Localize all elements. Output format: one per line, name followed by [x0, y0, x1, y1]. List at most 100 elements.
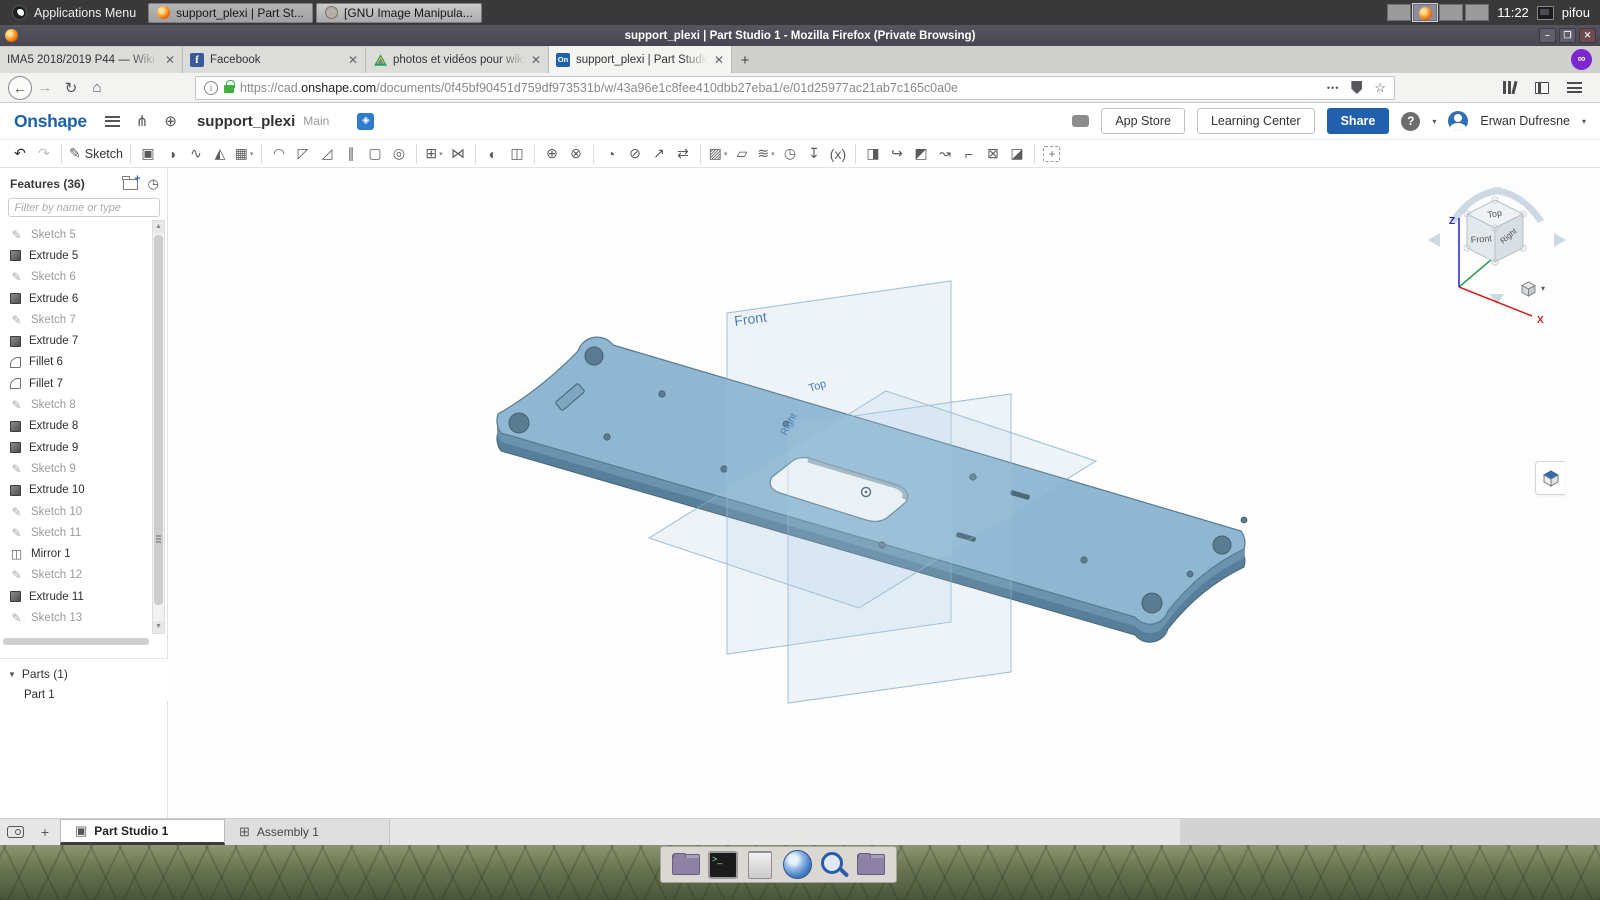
feature-item[interactable]: Extrude 10 [0, 480, 152, 501]
linear-pattern-icon[interactable]: ⊞ [422, 143, 446, 165]
url-text[interactable]: https://cad.onshape.com/documents/0f45bf… [240, 81, 1321, 95]
url-bar[interactable]: i https://cad.onshape.com/documents/0f45… [195, 76, 1395, 100]
document-name[interactable]: support_plexi [197, 113, 295, 130]
feature-item[interactable]: Sketch 13 [0, 607, 152, 628]
plane-icon[interactable]: ▱ [730, 143, 754, 165]
import-icon[interactable]: ↧ [802, 143, 826, 165]
sidebar-icon[interactable] [1535, 82, 1549, 94]
fill-surface-icon[interactable]: ▨ [706, 143, 730, 165]
mirror-icon[interactable]: ⋈ [446, 143, 470, 165]
workspace-3[interactable] [1439, 4, 1463, 21]
maximize-button[interactable]: ❐ [1559, 28, 1576, 43]
feature-item[interactable]: Extrude 6 [0, 288, 152, 309]
part-item[interactable]: Part 1 [8, 681, 168, 701]
tab-close-icon[interactable]: ✕ [714, 53, 724, 67]
taskbar-window-firefox[interactable]: support_plexi | Part St... [148, 3, 313, 23]
feature-item[interactable]: Fillet 6 [0, 352, 152, 373]
minimize-button[interactable]: – [1539, 28, 1556, 43]
workspace-pager[interactable] [1387, 4, 1489, 21]
feature-item[interactable]: Extrude 9 [0, 437, 152, 458]
revolve-icon[interactable]: ◑ [160, 143, 184, 165]
app-store-button[interactable]: App Store [1101, 108, 1185, 134]
redo-icon[interactable]: ↷ [32, 143, 56, 165]
feature-item[interactable]: Sketch 8 [0, 394, 152, 415]
mirror-part-icon[interactable]: ◨ [861, 143, 885, 165]
file-cabinet-icon[interactable] [745, 850, 775, 880]
browser-tab-onshape[interactable]: On support_plexi | Part Studio ✕ [549, 46, 732, 73]
parts-header[interactable]: ▼ Parts (1) [8, 667, 168, 681]
system-monitor-icon[interactable] [1537, 6, 1554, 20]
library-icon[interactable] [1503, 81, 1517, 94]
move-face-icon[interactable]: ↗ [647, 143, 671, 165]
workspace-4[interactable] [1465, 4, 1489, 21]
documents-folder-icon[interactable] [856, 850, 886, 880]
workspace-name[interactable]: Main [303, 114, 329, 128]
project-curve-icon[interactable]: ◩ [909, 143, 933, 165]
tab-part-studio-1[interactable]: ▣ Part Studio 1 [60, 819, 225, 845]
create-version-icon[interactable]: ⊕ [164, 112, 177, 130]
extrude-icon[interactable]: ▣ [136, 143, 160, 165]
measure-icon[interactable]: ◷ [778, 143, 802, 165]
home-button[interactable]: ⌂ [84, 79, 110, 96]
close-button[interactable]: ✕ [1579, 28, 1596, 43]
panel-flyout-button[interactable] [1535, 461, 1565, 495]
feature-item[interactable]: Extrude 11 [0, 586, 152, 607]
feature-item[interactable]: Sketch 6 [0, 267, 152, 288]
page-info-icon[interactable]: i [204, 81, 218, 95]
file-manager-icon[interactable] [671, 850, 701, 880]
new-tab-button[interactable]: + [732, 49, 758, 73]
bridging-curve-icon[interactable]: ↝ [933, 143, 957, 165]
help-caret-icon[interactable]: ▾ [1432, 117, 1436, 126]
shell-icon[interactable]: ▢ [363, 143, 387, 165]
pocket-shield-icon[interactable] [1351, 81, 1362, 94]
avatar[interactable] [1448, 111, 1468, 131]
help-button[interactable]: ? [1401, 112, 1420, 131]
onshape-logo[interactable]: Onshape [14, 111, 87, 132]
manage-tabs-icon[interactable] [0, 819, 30, 845]
bookmark-star-icon[interactable]: ☆ [1374, 80, 1386, 96]
sweep-icon[interactable]: ∿ [184, 143, 208, 165]
tab-close-icon[interactable]: ✕ [531, 53, 541, 67]
composite-curve-icon[interactable]: ⊠ [981, 143, 1005, 165]
feature-item[interactable]: Extrude 8 [0, 416, 152, 437]
feature-list-hscrollbar[interactable] [3, 638, 149, 645]
rib-icon[interactable]: ∥ [339, 143, 363, 165]
onshape-menu-icon[interactable] [105, 116, 120, 127]
feature-item[interactable]: Extrude 7 [0, 330, 152, 351]
menu-icon[interactable] [1567, 82, 1582, 93]
feature-item[interactable]: Sketch 5 [0, 224, 152, 245]
view-cube[interactable]: Y Top Front Right Z X [1420, 178, 1590, 328]
variable-icon[interactable]: (x) [826, 143, 850, 165]
tab-close-icon[interactable]: ✕ [165, 53, 175, 67]
scroll-down-icon[interactable]: ▼ [153, 621, 164, 633]
chamfer-icon[interactable]: ◸ [291, 143, 315, 165]
custom-feature-icon[interactable]: + [1040, 143, 1064, 165]
workspace-1[interactable] [1387, 4, 1411, 21]
fillet-icon[interactable]: ◠ [267, 143, 291, 165]
feature-item[interactable]: Mirror 1 [0, 543, 152, 564]
share-button[interactable]: Share [1327, 108, 1390, 134]
helix-icon[interactable]: ≋ [754, 143, 778, 165]
extend-surface-icon[interactable]: ◪ [1005, 143, 1029, 165]
scroll-up-icon[interactable]: ▲ [153, 221, 164, 233]
curve-icon[interactable]: ↪ [885, 143, 909, 165]
scrollbar-thumb[interactable] [154, 235, 163, 605]
feature-filter-input[interactable] [8, 198, 160, 217]
browser-tab-wiki[interactable]: IMA5 2018/2019 P44 — Wiki d ✕ [0, 47, 183, 73]
draft-icon[interactable]: ◿ [315, 143, 339, 165]
sketch-button[interactable]: ✎ Sketch [67, 143, 125, 165]
boolean-icon[interactable]: ◐ [481, 143, 505, 165]
delete-face-icon[interactable]: ⊘ [623, 143, 647, 165]
view-options-button[interactable]: ▾ [1520, 280, 1545, 297]
versions-icon[interactable]: ⋔ [136, 112, 149, 130]
feature-item[interactable]: Sketch 7 [0, 309, 152, 330]
applications-menu-button[interactable]: Applications Menu [0, 0, 148, 25]
delete-part-icon[interactable]: ⊗ [564, 143, 588, 165]
split-icon[interactable]: ◫ [505, 143, 529, 165]
feature-item[interactable]: Sketch 11 [0, 522, 152, 543]
feature-item[interactable]: Sketch 9 [0, 458, 152, 479]
trim-curve-icon[interactable]: ⌐ [957, 143, 981, 165]
user-caret-icon[interactable]: ▾ [1582, 117, 1586, 126]
browser-tab-facebook[interactable]: f Facebook ✕ [183, 47, 366, 73]
insert-folder-icon[interactable] [123, 179, 138, 190]
